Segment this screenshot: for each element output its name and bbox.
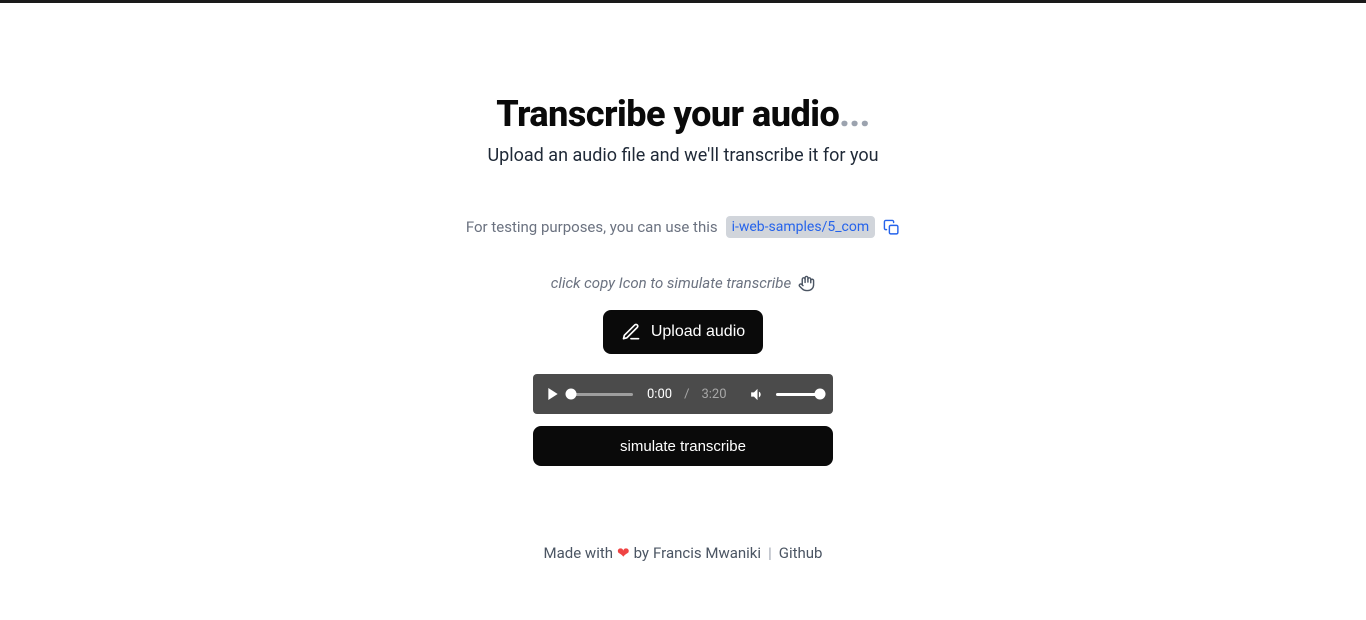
footer-separator: | [768,544,772,562]
hint-text: click copy Icon to simulate transcribe [551,274,791,292]
page-subtitle: Upload an audio file and we'll transcrib… [487,145,878,166]
test-sample-row: For testing purposes, you can use this i… [466,216,900,238]
time-current: 0:00 [647,387,672,402]
footer: Made with ❤ by Francis Mwaniki | Github [544,544,823,562]
upload-button-label: Upload audio [651,323,745,341]
time-separator: / [684,387,689,402]
seek-thumb[interactable] [566,389,577,400]
copy-icon[interactable] [883,219,900,236]
footer-made-with: Made with [544,544,613,562]
volume-thumb[interactable] [814,389,825,400]
main-container: Transcribe your audio... Upload an audio… [0,3,1366,562]
play-icon[interactable] [545,386,561,402]
seek-slider[interactable] [571,393,633,396]
test-intro-text: For testing purposes, you can use this [466,218,718,236]
title-ellipsis: ... [839,93,870,135]
footer-by: by [634,544,649,562]
page-title: Transcribe your audio... [496,93,870,135]
time-total: 3:20 [701,387,726,402]
simulate-transcribe-button[interactable]: simulate transcribe [533,426,833,466]
github-link[interactable]: Github [779,544,823,562]
sample-url-chip[interactable]: i-web-samples/5_com [726,216,876,238]
volume-slider[interactable] [776,393,820,396]
upload-audio-button[interactable]: Upload audio [603,310,763,354]
volume-icon[interactable] [749,386,766,403]
title-text: Transcribe your audio [496,93,839,135]
hint-row: click copy Icon to simulate transcribe [551,274,815,292]
author-link[interactable]: Francis Mwaniki [653,544,761,562]
heart-icon: ❤ [617,544,630,562]
pointer-icon [798,275,815,292]
pen-icon [621,322,641,342]
audio-player: 0:00 / 3:20 [533,374,833,414]
